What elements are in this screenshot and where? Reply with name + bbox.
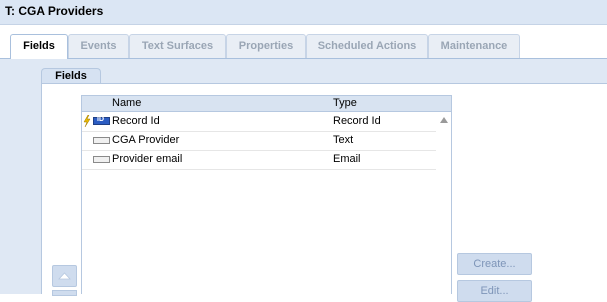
text-field-icon <box>93 137 110 144</box>
tab-fields[interactable]: Fields <box>10 34 68 59</box>
table-row[interactable]: Record Id Record Id <box>82 112 436 132</box>
window-titlebar: T: CGA Providers <box>0 0 607 25</box>
tab-scheduled-actions[interactable]: Scheduled Actions <box>306 34 428 58</box>
grid-header: Name Type <box>82 96 451 112</box>
field-name: CGA Provider <box>112 134 180 146</box>
field-type: Email <box>333 153 361 165</box>
tab-events[interactable]: Events <box>68 34 129 58</box>
field-name: Provider email <box>112 153 183 165</box>
field-type: Text <box>333 134 354 146</box>
key-icon <box>83 115 91 127</box>
field-name: Record Id <box>112 115 160 127</box>
table-row[interactable]: CGA Provider Text <box>82 131 436 151</box>
tab-text-surfaces[interactable]: Text Surfaces <box>129 34 226 58</box>
move-down-button[interactable] <box>52 290 77 296</box>
tab-properties[interactable]: Properties <box>226 34 306 58</box>
edit-button[interactable]: Edit... <box>457 280 532 302</box>
text-field-icon <box>93 156 110 163</box>
create-button[interactable]: Create... <box>457 253 532 275</box>
tab-maintenance[interactable]: Maintenance <box>428 34 520 58</box>
tab-strip: Fields Events Text Surfaces Properties S… <box>0 34 607 59</box>
fields-grid: Name Type Record Id Record Id CGA Provid… <box>81 95 452 294</box>
up-arrow-icon <box>58 272 71 280</box>
column-header-name[interactable]: Name <box>112 97 141 109</box>
window-title: T: CGA Providers <box>5 4 104 18</box>
table-row[interactable]: Provider email Email <box>82 150 436 170</box>
column-header-type[interactable]: Type <box>333 97 357 109</box>
fields-section-tab: Fields <box>41 68 101 84</box>
record-id-icon <box>93 116 110 125</box>
scroll-up-arrow-icon[interactable] <box>437 114 451 126</box>
move-up-button[interactable] <box>52 265 77 287</box>
field-type: Record Id <box>333 115 381 127</box>
